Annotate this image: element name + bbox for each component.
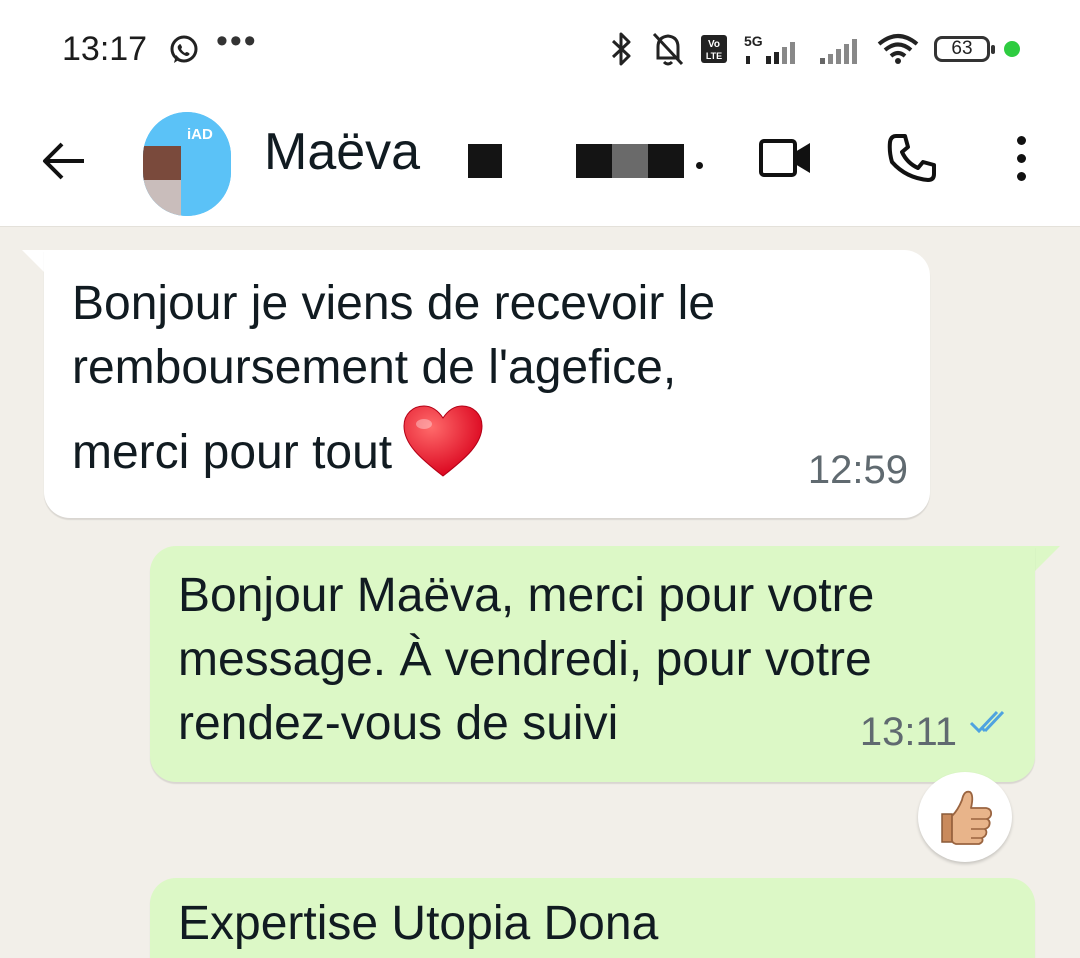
chat-header: iAD Maëva [0, 100, 1080, 227]
back-button[interactable] [40, 136, 90, 186]
phone-call-icon [887, 134, 936, 182]
name-redaction [576, 144, 684, 178]
status-time: 13:17 [62, 30, 148, 68]
signal-icon [818, 32, 862, 66]
more-vert-icon [1004, 136, 1038, 181]
message-text-line: merci pour tout [72, 426, 393, 480]
message-text-line: Bonjour Maëva, merci pour votre [178, 569, 875, 622]
status-icons: Vo LTE 5G 63 [606, 30, 1020, 68]
avatar-redaction [143, 146, 181, 180]
avatar-redaction [143, 180, 181, 216]
svg-text:5G: 5G [744, 33, 763, 49]
bell-off-icon [650, 30, 686, 68]
avatar-logo-text: iAD [187, 126, 213, 143]
incoming-message[interactable]: Bonjour je viens de recevoir le rembours… [44, 250, 930, 518]
volte-icon: Vo LTE [700, 34, 728, 64]
read-receipt-icon [969, 688, 1013, 752]
back-arrow-icon [43, 142, 84, 180]
outgoing-message[interactable]: Bonjour Maëva, merci pour votre message.… [150, 546, 1035, 782]
name-redaction-dot [696, 162, 703, 169]
outgoing-bubble-tail [1034, 546, 1060, 572]
thumbs-up-icon [941, 790, 993, 845]
video-call-button[interactable] [758, 136, 814, 185]
svg-text:LTE: LTE [706, 51, 722, 61]
message-text-line: remboursement de l'agefice, [72, 341, 677, 394]
message-text-line: Bonjour je viens de recevoir le [72, 277, 716, 330]
battery-icon: 63 [934, 36, 995, 62]
video-call-icon [759, 139, 810, 177]
contact-name[interactable]: Maëva [264, 122, 420, 182]
contact-avatar[interactable]: iAD [143, 112, 231, 216]
whatsapp-icon [168, 34, 200, 71]
message-timestamp: 12:59 [807, 448, 908, 492]
more-notifications-indicator: ••• [216, 22, 258, 60]
heart-icon [402, 404, 484, 495]
message-text-line: Expertise Utopia Dona [178, 897, 659, 950]
message-timestamp: 13:11 [859, 710, 957, 754]
svg-text:Vo: Vo [708, 39, 720, 50]
voice-call-button[interactable] [886, 132, 938, 189]
name-redaction [468, 144, 502, 178]
bluetooth-icon [606, 31, 636, 67]
privacy-indicator-dot [1004, 41, 1020, 57]
more-options-button[interactable] [1004, 132, 1038, 192]
message-reaction[interactable] [918, 772, 1012, 862]
status-bar: 13:17 ••• Vo LTE 5G 63 [0, 0, 1080, 100]
message-text-line: message. À vendredi, pour votre [178, 633, 872, 686]
signal-5g-icon: 5G [742, 32, 804, 66]
wifi-icon [876, 32, 920, 66]
outgoing-message[interactable]: Expertise Utopia Dona [150, 878, 1035, 958]
